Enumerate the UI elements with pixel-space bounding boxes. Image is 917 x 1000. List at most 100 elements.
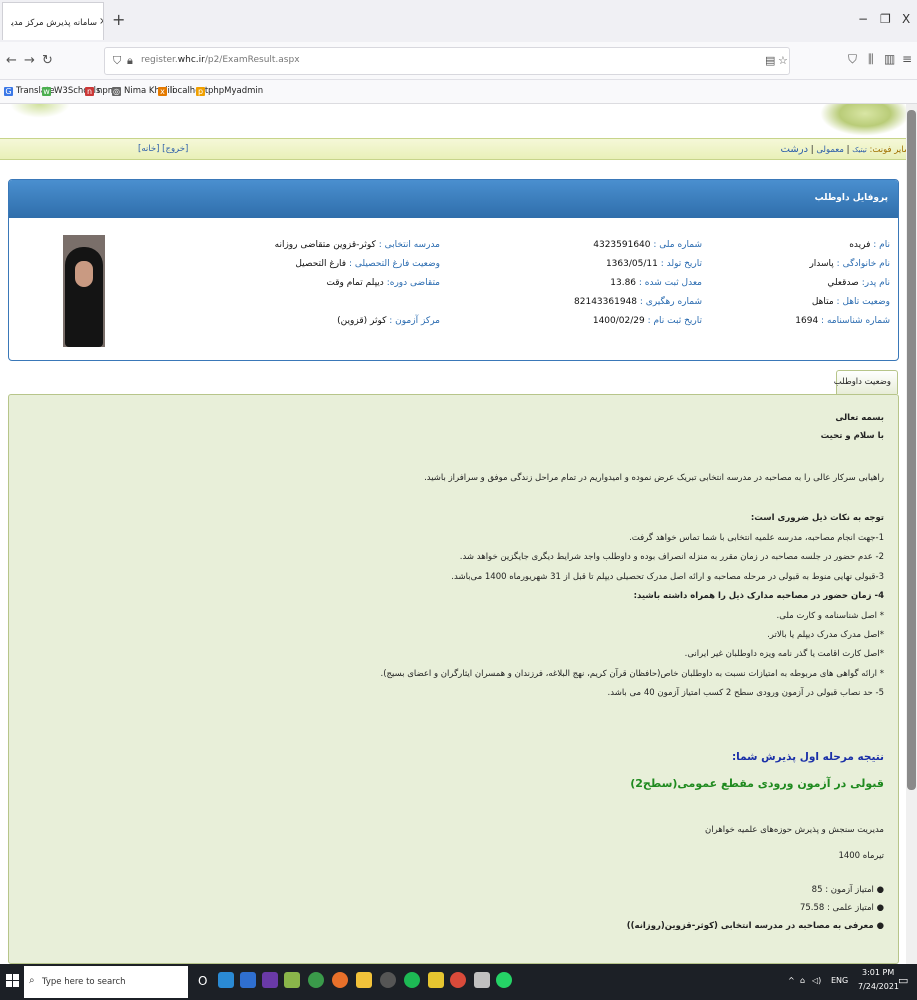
volume-icon[interactable]: ◁) [812,976,821,985]
field-exam-center: مرکز آزمون : کوثر (قزوین) [337,316,440,326]
taskbar-search-input[interactable]: ⌕ Type here to search [24,966,188,998]
basmala-text: بسمه تعالی [835,413,884,423]
site-banner [0,104,917,138]
min-score-note: 5- حد نصاب قبولی در آزمون ورودی سطح 2 کس… [607,688,884,698]
obs-icon[interactable] [380,972,396,988]
network-icon[interactable]: ⌂ [800,976,805,985]
scrollbar-thumb[interactable] [907,110,916,790]
tray-chevron-icon[interactable]: ^ [788,976,795,985]
candidate-photo [63,235,105,347]
whatsapp-icon[interactable] [496,972,512,988]
photoshop-icon[interactable] [262,972,278,988]
home-exit-links[interactable]: [خانه] [خروج] [138,144,188,154]
new-tab-button[interactable]: + [112,10,125,29]
profile-title: پروفایل داوطلب [9,180,898,218]
font-normal-link[interactable]: معمولی [816,145,844,155]
chrome-icon[interactable] [450,972,466,988]
banner-ornament-left [10,104,70,118]
bookmark-phpmyadmin[interactable]: p phpMyadmin [196,86,263,96]
browser-tab[interactable]: سامانه پذیرش مرکز مدیریت حوزه های × [2,2,104,40]
minimize-button[interactable]: − [858,12,868,26]
candidate-status-panel: بسمه تعالی با سلام و تحیت راهیابی سرکار … [8,394,899,964]
notes-title: توجه به نکات ذیل ضروری است: [750,513,884,523]
banner-ornament-right [820,104,910,136]
windows-taskbar: ⌕ Type here to search O ^ ⌂ ◁) ENG 3:01 … [0,964,917,1000]
menu-icon[interactable]: ≡ [902,52,912,66]
field-birth-date: تاریخ تولد : 1363/05/11 [605,259,702,269]
firefox-icon[interactable] [332,972,348,988]
close-window-button[interactable]: X [902,12,910,26]
spotify-icon[interactable] [404,972,420,988]
windows-start-icon[interactable] [6,974,20,988]
sidebar-icon[interactable]: ▥ [884,52,895,66]
clock-time[interactable]: 3:01 PM [862,968,894,977]
field-last-name: نام خانوادگی : پاسدار [809,259,890,269]
library-icon[interactable]: ⫼ [868,52,874,67]
field-id-number: شماره شناسنامه : 1694 [795,316,890,326]
back-icon[interactable]: ← [6,53,17,68]
search-icon: ⌕ [29,975,35,986]
maximize-button[interactable]: ❐ [880,12,891,26]
clock-date[interactable]: 7/24/2021 [858,982,899,991]
field-applied-program: متقاضی دوره: دیپلم تمام وقت [326,278,440,288]
phpmyadmin-icon: p [196,86,205,96]
office-name: مدیریت سنجش و پذیرش حوزه‌های علمیه خواهر… [704,825,884,835]
forward-icon[interactable]: → [24,53,35,68]
tab-candidate-status[interactable]: وضعیت داوطلب [834,370,898,394]
font-size-label: سایر فونت: [869,145,912,155]
lock-icon[interactable]: 🔒︎ [127,54,133,68]
npm-icon: n [85,86,94,96]
field-national-code: شماره ملی : 4323591640 [593,240,702,250]
field-graduation-status: وضعیت فارغ التحصیلی : فارغ التحصیل [295,259,440,269]
green-app-icon[interactable] [308,972,324,988]
vscode-icon[interactable] [218,972,234,988]
score-item: ● معرفی به مصاحبه در مدرسه انتخابی (کوثر… [626,921,884,931]
profile-column-registration: شماره ملی : 4323591640 تاریخ تولد : 1363… [574,236,702,331]
reload-icon[interactable]: ↻ [42,53,53,68]
language-indicator[interactable]: ENG [831,976,848,985]
notepad-icon[interactable] [284,972,300,988]
pocket-icon[interactable]: ⛉ [848,52,857,67]
ms-store-icon[interactable] [240,972,256,988]
reader-view-icon[interactable]: ▤ [765,54,775,67]
sticky-notes-icon[interactable] [428,972,444,988]
field-gpa: معدل ثبت شده : 13.86 [610,278,702,288]
field-empty [275,293,440,312]
doc-item: *اصل مدرک مدرک دیپلم یا بالاتر. [767,630,884,640]
note-item: 1-جهت انجام مصاحبه، مدرسه علمیه انتخابی … [629,533,884,543]
result-title: نتیجه مرحله اول پذیرش شما: [731,751,884,763]
photo-face [75,261,93,287]
tab-close-icon[interactable]: × [99,16,103,27]
score-item: ● امتیاز علمی : 75.58 [799,903,884,913]
greeting-text: با سلام و تحیت [820,431,884,441]
cortana-icon[interactable]: O [198,974,207,988]
doc-item: * اصل شناسنامه و کارت ملی. [776,611,884,621]
font-small-link[interactable]: تیتیک [852,146,867,154]
shield-icon[interactable]: ⛉ [113,54,121,68]
candidate-profile-panel: پروفایل داوطلب نام : فریده نام خانوادگی … [8,179,899,361]
address-bar[interactable]: ⛉ 🔒︎ register.whc.ir/p2/ExamResult.aspx … [104,47,790,75]
notifications-icon[interactable]: ▭ [898,974,908,987]
profile-column-school: مدرسه انتخابی : کوثر-قزوین متقاضی روزانه… [275,236,440,331]
field-chosen-school: مدرسه انتخابی : کوثر-قزوین متقاضی روزانه [274,240,440,250]
file-explorer-icon[interactable] [356,972,372,988]
note-item: 3-قبولی نهایی منوط به قبولی در مرحله مصا… [451,572,884,582]
font-large-link[interactable]: درشت [781,144,808,155]
doc-item: *اصل کارت اقامت یا گذر نامه ویزه داوطلبا… [684,649,884,659]
bookmark-label: phpMyadmin [208,86,264,96]
globe-icon: ◎ [112,86,121,96]
field-tracking-number: شماره رهگیری : 82143361948 [574,297,702,307]
url-text[interactable]: register.whc.ir/p2/ExamResult.aspx [141,55,300,65]
field-father-name: نام پدر: صدقعلي [827,278,890,288]
intro-text: راهیابی سرکار عالی را به مصاحبه در مدرسه… [424,473,884,483]
doc-item: * ارائه گواهی های مربوطه به امتیازات نسب… [380,669,884,679]
vertical-scrollbar[interactable] [906,104,917,964]
app-icon[interactable] [474,972,490,988]
localhost-icon: x [158,86,167,96]
bookmark-star-icon[interactable]: ☆ [778,54,788,67]
profile-column-personal: نام : فریده نام خانوادگی : پاسدار نام پد… [795,236,890,331]
bookmarks-toolbar: G Translate w W3Schools n npm ◎ Nima Khalili… [0,80,917,104]
result-value: قبولی در آزمون ورودی مقطع عمومی(سطح2) [630,777,884,790]
docs-title: 4- زمان حضور در مصاحبه مدارک ذیل را همرا… [633,591,884,601]
w3schools-icon: w [42,86,51,96]
